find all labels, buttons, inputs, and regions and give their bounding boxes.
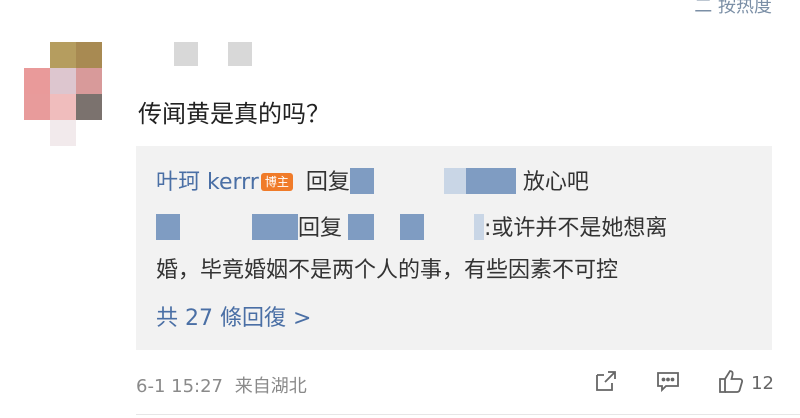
reply-2: 回复 :或许并不是她想离 — [156, 210, 667, 242]
like-icon — [717, 368, 745, 399]
redacted-username — [400, 214, 425, 240]
timestamp: 6-1 15:27 — [136, 376, 223, 397]
redacted-username — [465, 168, 516, 194]
more-replies-link[interactable]: 共 27 條回復 > — [156, 300, 311, 332]
avatar[interactable] — [24, 42, 102, 146]
redacted-username — [349, 168, 374, 194]
comment-meta: 6-1 15:27 来自湖北 — [136, 372, 307, 398]
reply-text-line1: :或许并不是她想离 — [484, 216, 668, 241]
action-bar: 12 — [593, 368, 774, 399]
location: 来自湖北 — [234, 376, 307, 397]
like-button[interactable]: 12 — [717, 368, 774, 399]
reply-text: 放心吧 — [522, 170, 589, 195]
like-count: 12 — [751, 373, 774, 394]
comment-icon — [655, 369, 681, 398]
redacted-username[interactable] — [252, 214, 298, 240]
reply-verb: 回复 — [298, 216, 343, 241]
reply-verb: 回复 — [305, 170, 350, 195]
blogger-badge: 博主 — [260, 173, 293, 191]
reply-author-link[interactable]: 叶珂 kerrr — [156, 170, 259, 195]
divider — [136, 414, 800, 415]
reply-box: 叶珂 kerrr 博主 回复 放心吧 回复 :或许并不是她想离 婚，毕竟婚姻不是两个… — [136, 146, 772, 350]
reply-1: 叶珂 kerrr 博主 回复 放心吧 — [156, 164, 589, 196]
sort-toggle[interactable]: 二 按热度 — [694, 0, 772, 18]
comment-button[interactable] — [655, 369, 681, 398]
comment-text: 传闻黄是真的吗？ — [138, 100, 330, 128]
redacted-username — [348, 214, 375, 240]
redacted-username — [443, 168, 466, 194]
reply-2-cont: 婚，毕竟婚姻不是两个人的事，有些因素不可控 — [156, 258, 619, 283]
share-button[interactable] — [593, 369, 619, 398]
redacted-username[interactable] — [156, 214, 180, 240]
redacted-username — [474, 214, 485, 240]
username-redacted[interactable] — [174, 42, 256, 78]
share-icon — [593, 369, 619, 398]
